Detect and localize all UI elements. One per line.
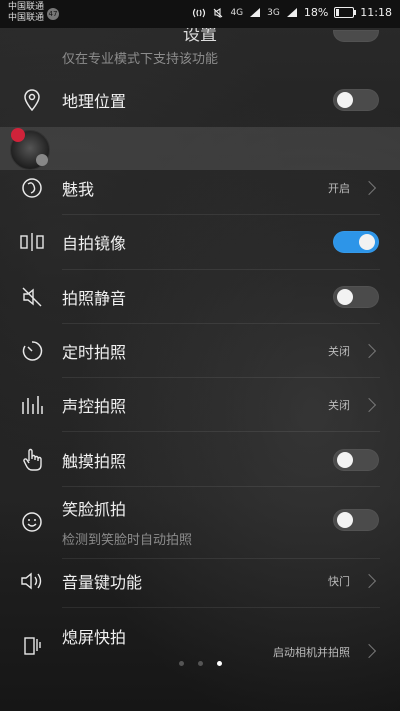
location-pin-icon (20, 88, 44, 112)
clock: 11:18 (360, 6, 392, 19)
setting-ultra-snapshot[interactable]: 熄屏快拍 启动相机并拍照 (0, 618, 400, 659)
smile-capture-toggle[interactable] (333, 509, 379, 531)
setting-location[interactable]: 地理位置 (0, 82, 400, 118)
snapshot-phone-icon (20, 632, 44, 656)
touch-hand-icon (20, 448, 44, 472)
divider (62, 377, 380, 378)
pro-mode-note: 仅在专业模式下支持该功能 (62, 51, 219, 67)
timer-value: 关闭 (328, 345, 350, 358)
mute-shutter-label: 拍照静音 (62, 289, 127, 308)
mic-badge-icon (36, 154, 48, 166)
volume-key-label: 音量键功能 (62, 573, 143, 592)
divider (62, 269, 380, 270)
status-bar: 中国联通 中国联通 47 4G 3G 18% 11:18 (0, 0, 400, 28)
divider (62, 323, 380, 324)
setting-smile-capture[interactable]: 笑脸抓拍 检测到笑脸时自动拍照 (0, 492, 400, 552)
divider (62, 486, 380, 487)
touch-capture-label: 触摸拍照 (62, 452, 127, 471)
battery-percent: 18% (303, 6, 329, 19)
signal-icon (249, 7, 261, 18)
smile-face-icon (20, 510, 44, 534)
toggle-knob (337, 512, 353, 528)
chevron-right-icon (361, 343, 377, 359)
setting-mute-shutter[interactable]: 拍照静音 (0, 279, 400, 315)
ultra-snapshot-label: 熄屏快拍 (62, 628, 127, 647)
network-2: 3G (267, 7, 280, 18)
divider (62, 214, 380, 215)
divider (62, 607, 380, 608)
sound-wave-icon (20, 393, 44, 417)
network-1: 4G (230, 7, 244, 18)
toggle-knob (359, 234, 375, 250)
chevron-right-icon (361, 397, 377, 413)
location-toggle[interactable] (333, 89, 379, 111)
setting-beauty[interactable]: 魅我 开启 (0, 170, 400, 206)
section-separator (0, 127, 400, 170)
mute-shutter-toggle[interactable] (333, 286, 379, 308)
mute-icon (20, 285, 44, 309)
page-dot[interactable] (197, 661, 203, 666)
carrier-1: 中国联通 (8, 2, 45, 12)
notification-badge: 47 (47, 8, 59, 20)
chevron-right-icon (361, 180, 377, 196)
carrier-2: 中国联通 (8, 13, 45, 23)
touch-capture-toggle[interactable] (333, 449, 379, 471)
beauty-face-icon (20, 176, 44, 200)
selfie-mirror-label: 自拍镜像 (62, 234, 127, 253)
smile-capture-subtitle: 检测到笑脸时自动拍照 (62, 533, 193, 548)
voice-shutter-label: 声控拍照 (62, 397, 127, 416)
timer-icon (20, 339, 44, 363)
page-dot[interactable] (178, 661, 184, 666)
setting-selfie-mirror[interactable]: 自拍镜像 (0, 224, 400, 260)
toggle-knob (337, 452, 353, 468)
carrier-labels: 中国联通 中国联通 (8, 2, 44, 24)
setting-voice-shutter[interactable]: 声控拍照 关闭 (0, 387, 400, 423)
chevron-right-icon (361, 573, 377, 589)
pro-mode-note-row: 仅在专业模式下支持该功能 (0, 46, 400, 68)
battery-icon (334, 7, 357, 18)
notification-dot (11, 128, 25, 142)
nfc-icon (192, 7, 206, 19)
status-icons: 4G 3G 18% 11:18 (192, 6, 392, 19)
page-title-area: 设置 (0, 28, 400, 42)
mute-status-icon (212, 7, 224, 19)
timer-label: 定时拍照 (62, 343, 127, 362)
divider (62, 431, 380, 432)
smile-capture-label: 笑脸抓拍 (62, 500, 127, 519)
page-title: 设置 (183, 28, 217, 42)
page-dot-active[interactable] (216, 661, 222, 666)
ultra-snapshot-value: 启动相机并拍照 (273, 646, 350, 659)
volume-key-value: 快门 (328, 575, 350, 588)
beauty-value: 开启 (328, 182, 350, 195)
setting-timer[interactable]: 定时拍照 关闭 (0, 333, 400, 369)
page-indicator (0, 661, 400, 666)
setting-touch-capture[interactable]: 触摸拍照 (0, 442, 400, 478)
beauty-label: 魅我 (62, 180, 95, 199)
volume-icon (20, 569, 44, 593)
toggle-knob (337, 289, 353, 305)
setting-volume-key[interactable]: 音量键功能 快门 (0, 563, 400, 599)
mirror-icon (20, 230, 44, 254)
signal-2-icon (286, 7, 298, 18)
location-label: 地理位置 (62, 92, 127, 111)
toggle-knob (337, 92, 353, 108)
divider (62, 558, 380, 559)
voice-shutter-value: 关闭 (328, 399, 350, 412)
selfie-mirror-toggle[interactable] (333, 231, 379, 253)
